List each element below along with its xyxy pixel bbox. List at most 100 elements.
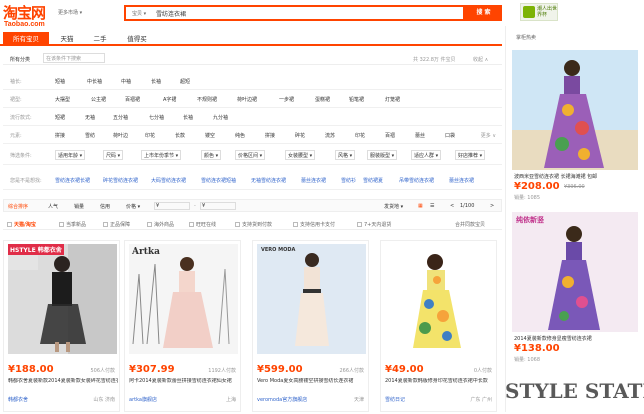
product-image[interactable]: Artka	[129, 244, 238, 354]
product-image[interactable]	[385, 244, 494, 354]
product-card[interactable]: VERO MODA ¥599.00 266人付款 Vero Moda夏女高腰镂空…	[252, 240, 369, 412]
more-markets-link[interactable]: 更多市场 ▾	[58, 9, 82, 16]
filter-option[interactable]: 五分袖	[113, 114, 128, 121]
merge-same-items[interactable]: 合并同款宝贝	[455, 221, 485, 228]
age-dropdown[interactable]: 适用年龄 ▾	[55, 150, 86, 160]
suggestion-link[interactable]: 雪纺连衣裙长裙	[55, 177, 90, 184]
search-within-input[interactable]: 在该条件下搜索	[43, 53, 105, 63]
filter-option[interactable]: 超短	[180, 78, 190, 85]
check-overseas[interactable]: 海外商品	[147, 221, 174, 228]
more-options-link[interactable]: 更多 ∨	[481, 132, 496, 139]
suggestion-link[interactable]: 大码雪纺连衣裙	[151, 177, 186, 184]
filter-option[interactable]: 大摆型	[55, 96, 70, 103]
search-category-select[interactable]: 宝贝 ▾	[132, 10, 146, 17]
product-image[interactable]: HSTYLE 韩都衣舍	[8, 244, 117, 354]
product-title[interactable]: 2014夏装新款韩版修身印花雪纺连衣裙中长款	[385, 378, 495, 385]
next-page-button[interactable]: >	[490, 203, 494, 209]
filter-option[interactable]: 纯色	[235, 132, 245, 139]
sort-price[interactable]: 价格 ▾	[126, 203, 140, 210]
list-view-icon[interactable]: ☰	[430, 203, 434, 209]
fit-dropdown[interactable]: 服装版型 ▾	[367, 150, 398, 160]
filter-option[interactable]: 一步裙	[279, 96, 294, 103]
sidebar-product-title[interactable]: 波西米亚雪纺连衣裙 长裙海滩裙 包邮	[514, 173, 638, 180]
tab-secondhand[interactable]: 二手	[85, 32, 115, 46]
product-card[interactable]: ¥49.00 0人付款 2014夏装新款韩版修身印花雪纺连衣裙中长款 雪纺日记 …	[380, 240, 497, 412]
suggestion-link[interactable]: 无袖雪纺连衣裙	[251, 177, 286, 184]
filter-option[interactable]: 印花	[355, 132, 365, 139]
product-title[interactable]: 阿卡2014夏装新款蕾丝拼接雪纺连衣裙仙女裙	[129, 378, 239, 385]
filter-option[interactable]: 长款	[175, 132, 185, 139]
filter-option[interactable]: 流苏	[325, 132, 335, 139]
filter-option[interactable]: 无袖	[85, 114, 95, 121]
check-tmall[interactable]: 天猫/淘宝	[7, 221, 36, 228]
promo-badge[interactable]: 潮人出世界杯	[520, 3, 558, 21]
filter-option[interactable]: 中长袖	[87, 78, 102, 85]
ship-from-dropdown[interactable]: 发货地 ▾	[384, 203, 403, 210]
filter-option[interactable]: 拼接	[55, 132, 65, 139]
filter-option[interactable]: 七分袖	[149, 114, 164, 121]
price-range-dropdown[interactable]: 价格区间 ▾	[235, 150, 266, 160]
style-dropdown[interactable]: 风格 ▾	[335, 150, 356, 160]
product-card[interactable]: HSTYLE 韩都衣舍 ¥188.00 506人付款 韩都衣舍夏装新款2014夏…	[3, 240, 120, 412]
check-credit-card[interactable]: 支持信用卡支付	[293, 221, 335, 228]
filter-option[interactable]: 雪纺	[85, 132, 95, 139]
search-input[interactable]: 雪纺连衣裙	[156, 9, 186, 18]
shop-name[interactable]: 韩都衣舍	[8, 396, 28, 403]
check-cod[interactable]: 支持货到付款	[235, 221, 272, 228]
tab-all[interactable]: 所有宝贝	[3, 32, 49, 46]
taobao-logo[interactable]: 淘宝网 Taobao.com	[3, 2, 55, 30]
filter-option[interactable]: 荷叶边裙	[237, 96, 257, 103]
filter-option[interactable]: 碎花	[295, 132, 305, 139]
filter-option[interactable]: 公主裙	[91, 96, 106, 103]
shop-name[interactable]: veromoda官方旗舰店	[257, 396, 307, 403]
check-online[interactable]: 旺旺在线	[189, 221, 216, 228]
sidebar-product-title[interactable]: 2014夏装新款修身显瘦雪纺连衣裙	[514, 335, 638, 342]
season-dropdown[interactable]: 上市年份季节 ▾	[141, 150, 182, 160]
sort-default[interactable]: 综合排序	[8, 203, 28, 210]
filter-option[interactable]: 不规则裙	[197, 96, 217, 103]
sort-credit[interactable]: 信用	[100, 203, 110, 210]
sidebar-product[interactable]: 波西米亚雪纺连衣裙 长裙海滩裙 包邮 ¥208.00 ¥396.00 销量: 1…	[512, 50, 638, 201]
product-card[interactable]: Artka ¥307.99 1192人付款 阿卡2014夏装新款蕾丝拼接雪纺连衣…	[124, 240, 241, 412]
sidebar-product[interactable]: 纯依新竖 2014夏装新款修身显瘦雪纺连衣裙 ¥138.00 销量: 1068	[512, 212, 638, 363]
suggestion-link[interactable]: 蕾丝连衣裙	[301, 177, 326, 184]
product-title[interactable]: 韩都衣舍夏装新款2014夏装新款女装碎花雪纺连衣裙	[8, 378, 118, 385]
suggestion-link[interactable]: 雪纺衫	[341, 177, 356, 184]
check-return[interactable]: 7+天内退货	[357, 221, 391, 228]
filter-option[interactable]: 镂空	[205, 132, 215, 139]
sidebar-product-image[interactable]: 纯依新竖	[512, 212, 638, 332]
filter-option[interactable]: A字裙	[163, 96, 176, 103]
recommended-shops-dropdown[interactable]: 好店推荐 ▾	[455, 150, 486, 160]
waist-dropdown[interactable]: 女装腰型 ▾	[285, 150, 316, 160]
product-title[interactable]: Vero Moda夏女高腰镂空拼接雪纺长连衣裙	[257, 378, 367, 385]
color-dropdown[interactable]: 颜色 ▾	[201, 150, 222, 160]
check-genuine[interactable]: 正品保障	[103, 221, 130, 228]
search-box[interactable]: 宝贝 ▾ 雪纺连衣裙	[124, 5, 465, 21]
sidebar-product-image[interactable]	[512, 50, 638, 170]
filter-option[interactable]: 短袖	[55, 78, 65, 85]
price-min-input[interactable]: ¥	[154, 202, 190, 210]
prev-page-button[interactable]: <	[450, 203, 454, 209]
audience-dropdown[interactable]: 适应人群 ▾	[411, 150, 442, 160]
suggestion-link[interactable]: 碎花雪纺连衣裙	[103, 177, 138, 184]
filter-option[interactable]: 口袋	[445, 132, 455, 139]
filter-option[interactable]: 灯笼裙	[385, 96, 400, 103]
product-image[interactable]: VERO MODA	[257, 244, 366, 354]
suggestion-link[interactable]: 雪纺裙夏	[363, 177, 383, 184]
tab-worth-buying[interactable]: 值得买	[118, 32, 156, 46]
filter-option[interactable]: 铅笔裙	[349, 96, 364, 103]
price-max-input[interactable]: ¥	[200, 202, 236, 210]
filter-option[interactable]: 蛋糕裙	[315, 96, 330, 103]
filter-option[interactable]: 长袖	[183, 114, 193, 121]
size-dropdown[interactable]: 尺码 ▾	[103, 150, 124, 160]
suggestion-link[interactable]: 雪纺连衣裙短袖	[201, 177, 236, 184]
search-button[interactable]: 搜 索	[465, 5, 502, 21]
filter-option[interactable]: 九分袖	[213, 114, 228, 121]
shop-name[interactable]: 雪纺日记	[385, 396, 405, 403]
collapse-filters[interactable]: 收起 ∧	[473, 56, 488, 63]
sort-sales[interactable]: 销量	[74, 203, 84, 210]
filter-option[interactable]: 蕾丝	[415, 132, 425, 139]
filter-option[interactable]: 荷叶边	[113, 132, 128, 139]
filter-option[interactable]: 百褶	[385, 132, 395, 139]
shop-name[interactable]: artka旗舰店	[129, 396, 157, 403]
